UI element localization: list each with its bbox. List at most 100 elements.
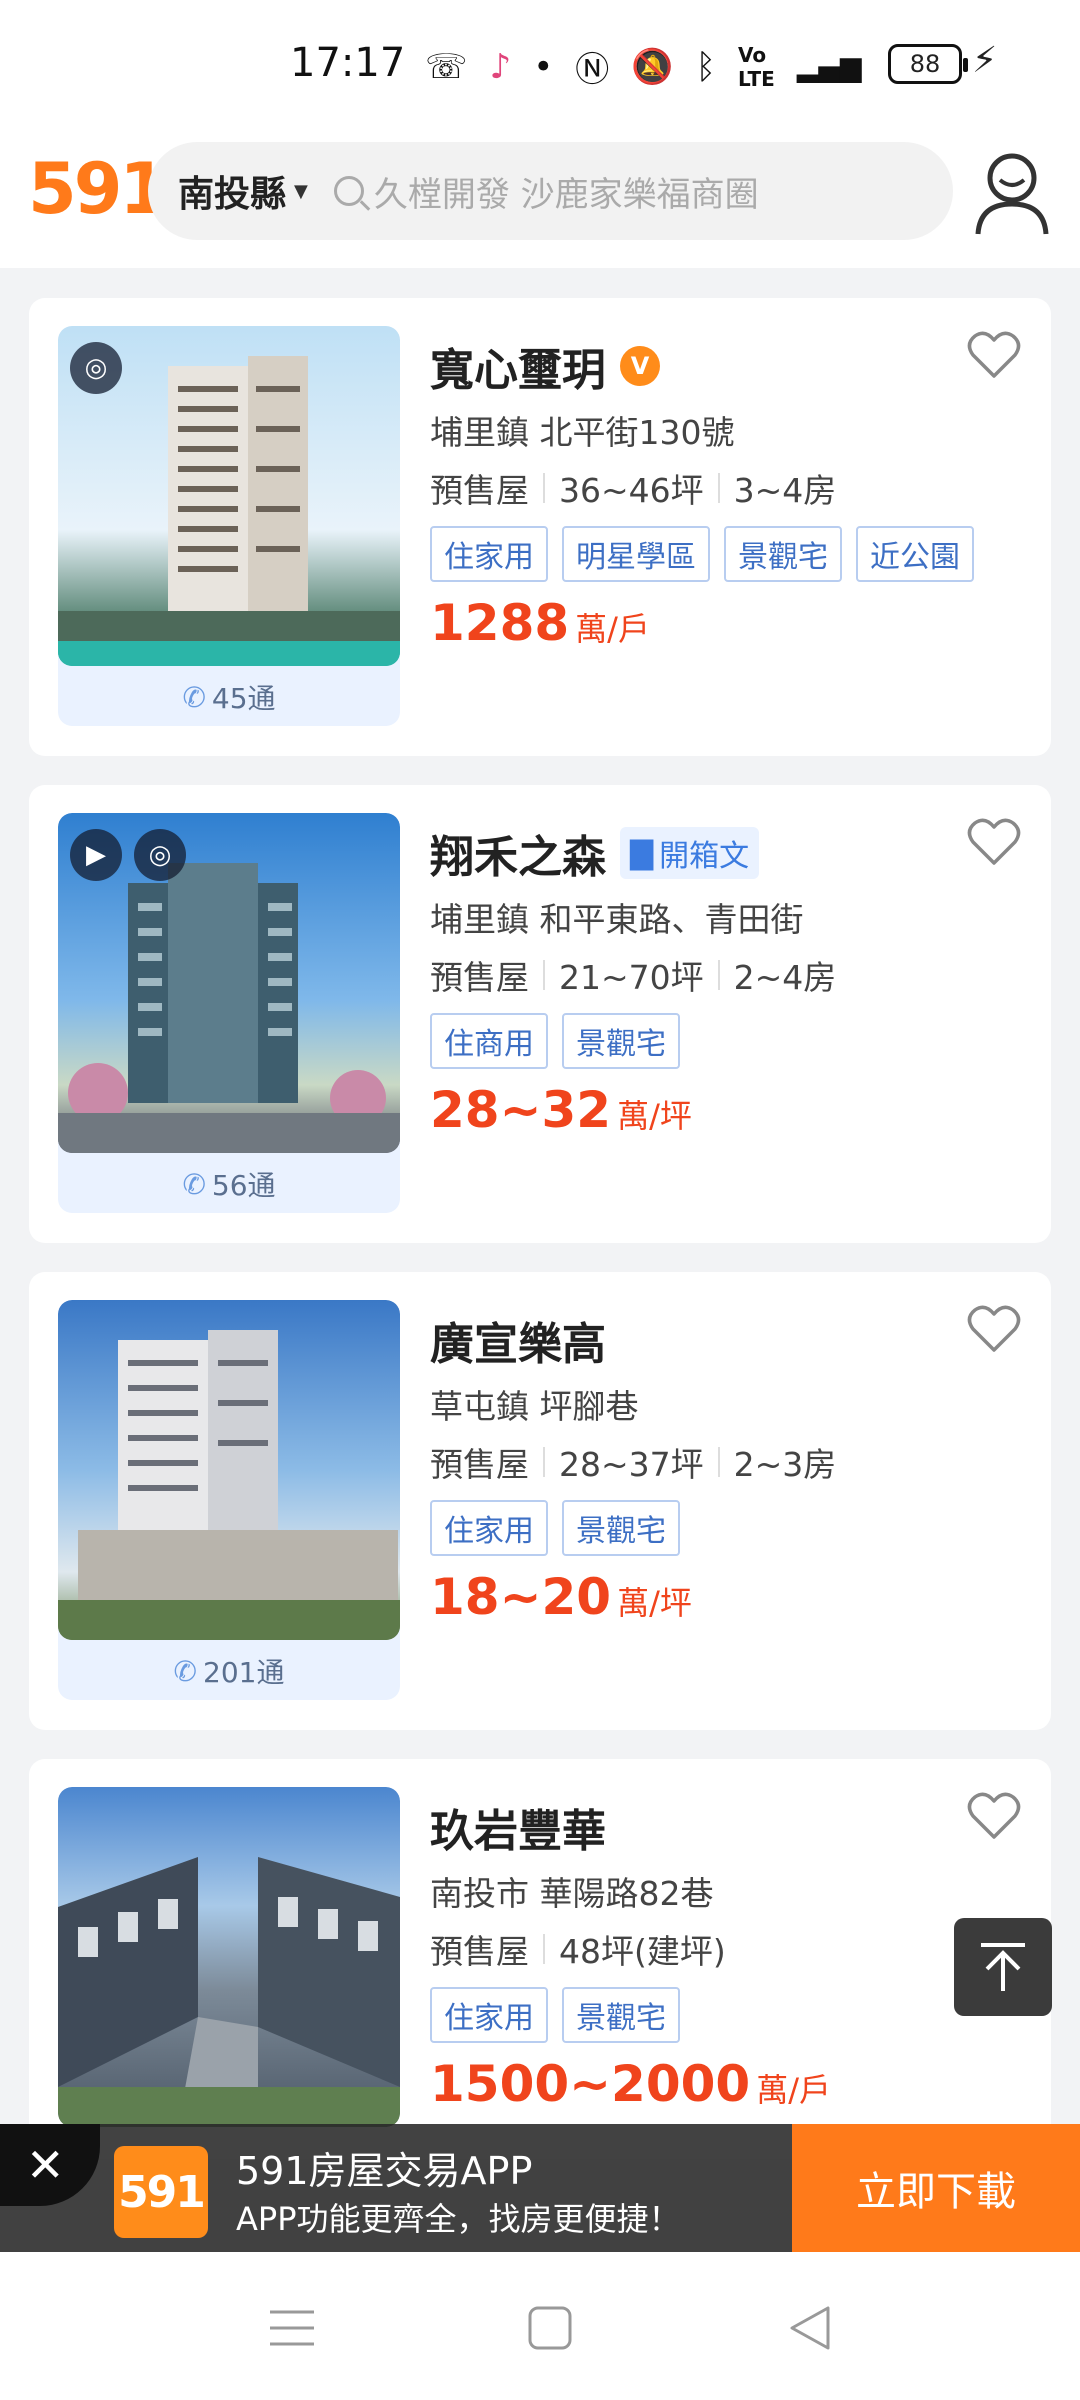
favorite-heart-icon[interactable] — [967, 817, 1021, 867]
listing-thumbnail[interactable] — [58, 1787, 400, 2127]
listing-tags: 住家用 明星學區 景觀宅 近公園 — [430, 526, 974, 582]
listing-rooms: 3~4房 — [733, 471, 837, 510]
listing-type: 預售屋 — [430, 1932, 529, 1971]
building-photo — [58, 1300, 400, 1640]
listing-title-text: 翔禾之森 — [430, 832, 606, 883]
vr-360-icon[interactable]: ◎ — [134, 829, 186, 881]
listing-price: 1288 萬/戶 — [430, 594, 650, 652]
price-unit: 萬/坪 — [617, 1584, 692, 1622]
dot-icon: • — [533, 46, 554, 87]
listing-title[interactable]: 寬心璽玥 V — [430, 334, 660, 398]
listing-meta: 預售屋 48坪(建坪) — [430, 1925, 726, 1973]
tag: 住商用 — [430, 1013, 548, 1069]
back-icon[interactable] — [780, 2298, 840, 2358]
battery-icon: 88 — [888, 44, 968, 84]
volte-icon: Vo LTE — [738, 42, 775, 91]
call-count[interactable]: ✆ 45通 — [58, 668, 400, 726]
favorite-heart-icon[interactable] — [967, 1304, 1021, 1354]
listing-title-text: 玖岩豐華 — [430, 1806, 606, 1857]
nfc-icon: Ⓝ — [575, 50, 610, 90]
back-to-top-button[interactable] — [954, 1918, 1052, 2016]
price-unit: 萬/戶 — [756, 2071, 832, 2109]
listing-rooms: 2~3房 — [733, 1445, 837, 1484]
search-input[interactable]: 久樘開發 沙鹿家樂福商圈 — [374, 167, 759, 216]
phone-icon: ✆ — [173, 1654, 197, 1688]
tag: 住家用 — [430, 526, 548, 582]
recent-apps-icon[interactable] — [262, 2298, 322, 2358]
banner-subtitle: APP功能更齊全，找房更便捷！ — [236, 2200, 681, 2238]
arrow-up-icon — [981, 1943, 1025, 1991]
listing-type: 預售屋 — [430, 1445, 529, 1484]
vr-360-icon[interactable]: ◎ — [70, 342, 122, 394]
listing-meta: 預售屋 28~37坪 2~3房 — [430, 1438, 836, 1486]
close-icon[interactable]: ✕ — [0, 2124, 100, 2206]
region-label: 南投縣 — [178, 174, 287, 215]
phone-icon: ✆ — [182, 680, 206, 714]
phone-icon: ✆ — [182, 1167, 206, 1201]
listing-card[interactable]: 玖岩豐華 南投市 華陽路82巷 預售屋 48坪(建坪) 住家用 景觀宅 1500… — [29, 1759, 1051, 2159]
favorite-heart-icon[interactable] — [967, 1791, 1021, 1841]
charging-icon: ⚡ — [972, 40, 998, 81]
favorite-heart-icon[interactable] — [967, 330, 1021, 380]
listing-tags: 住家用 景觀宅 — [430, 1500, 680, 1556]
listing-meta: 預售屋 36~46坪 3~4房 — [430, 464, 836, 512]
unbox-article-badge[interactable]: ▇ 開箱文 — [620, 827, 760, 879]
home-icon[interactable] — [520, 2298, 580, 2358]
listing-type: 預售屋 — [430, 471, 529, 510]
listing-size: 48坪(建坪) — [559, 1932, 726, 1971]
verified-icon: V — [620, 346, 660, 386]
listing-title[interactable]: 翔禾之森 ▇ 開箱文 — [430, 821, 760, 885]
price-value: 1288 — [430, 594, 570, 652]
mute-icon: 🔕 — [631, 46, 674, 87]
article-icon: ▇ — [630, 835, 654, 871]
listing-card[interactable]: ◎ ✆ 45通 寬心璽玥 V 埔里鎮 北平街130號 預售屋 36~46坪 3~… — [29, 298, 1051, 756]
download-button[interactable]: 立即下載 — [792, 2124, 1080, 2252]
listing-size: 21~70坪 — [559, 958, 704, 997]
price-value: 1500~2000 — [430, 2055, 751, 2113]
region-selector[interactable]: 南投縣 ▼ — [178, 165, 308, 217]
listing-title[interactable]: 廣宣樂高 — [430, 1308, 606, 1372]
status-bar: 17:17 ☏ ♪ • Ⓝ 🔕 ᛒ Vo LTE ▂▄▆ 88 ⚡ — [0, 0, 1080, 130]
building-photo — [58, 1787, 400, 2127]
user-icon[interactable] — [972, 148, 1052, 238]
logo[interactable]: 591 — [28, 148, 168, 230]
listing-thumbnail[interactable]: ▶ ◎ ✆ 56通 — [58, 813, 400, 1213]
tag: 景觀宅 — [724, 526, 842, 582]
call-count[interactable]: ✆ 56通 — [58, 1155, 400, 1213]
listing-thumbnail[interactable]: ✆ 201通 — [58, 1300, 400, 1700]
call-count-label: 56通 — [211, 1169, 276, 1202]
tag: 景觀宅 — [562, 1500, 680, 1556]
tag: 景觀宅 — [562, 1013, 680, 1069]
listing-title-text: 廣宣樂高 — [430, 1319, 606, 1370]
battery-level: 88 — [909, 50, 941, 78]
tag: 景觀宅 — [562, 1987, 680, 2043]
listing-title[interactable]: 玖岩豐華 — [430, 1795, 606, 1859]
listing-address: 埔里鎮 和平東路、青田街 — [430, 900, 804, 939]
status-icons: ☏ ♪ • Ⓝ 🔕 ᛒ Vo LTE ▂▄▆ — [425, 42, 861, 91]
unbox-article-label: 開箱文 — [659, 839, 750, 874]
price-unit: 萬/坪 — [617, 1097, 692, 1135]
listing-address: 南投市 華陽路82巷 — [430, 1874, 714, 1913]
tag: 明星學區 — [562, 526, 710, 582]
call-count[interactable]: ✆ 201通 — [58, 1642, 400, 1700]
listing-tags: 住家用 景觀宅 — [430, 1987, 680, 2043]
listing-meta: 預售屋 21~70坪 2~4房 — [430, 951, 836, 999]
tag: 近公園 — [856, 526, 974, 582]
caret-down-icon: ▼ — [294, 180, 308, 202]
building-photo: ◎ — [58, 326, 400, 666]
price-unit: 萬/戶 — [575, 610, 650, 648]
listing-type: 預售屋 — [430, 958, 529, 997]
listing-thumbnail[interactable]: ◎ ✆ 45通 — [58, 326, 400, 726]
status-time: 17:17 — [290, 40, 406, 86]
listing-card[interactable]: ▶ ◎ ✆ 56通 翔禾之森 ▇ 開箱文 埔里鎮 和平東路、青田街 預售屋 21… — [29, 785, 1051, 1243]
bluetooth-icon: ᛒ — [695, 46, 717, 87]
app-logo: 591 — [114, 2146, 208, 2238]
listing-card[interactable]: ✆ 201通 廣宣樂高 草屯鎮 坪腳巷 預售屋 28~37坪 2~3房 住家用 … — [29, 1272, 1051, 1730]
listing-size: 36~46坪 — [559, 471, 704, 510]
tag: 住家用 — [430, 1500, 548, 1556]
listing-address: 埔里鎮 北平街130號 — [430, 413, 735, 452]
price-value: 28~32 — [430, 1081, 612, 1139]
play-video-icon[interactable]: ▶ — [70, 829, 122, 881]
search-bar[interactable]: 南投縣 ▼ 久樘開發 沙鹿家樂福商圈 — [148, 142, 953, 240]
banner-title: 591房屋交易APP — [236, 2149, 533, 2193]
